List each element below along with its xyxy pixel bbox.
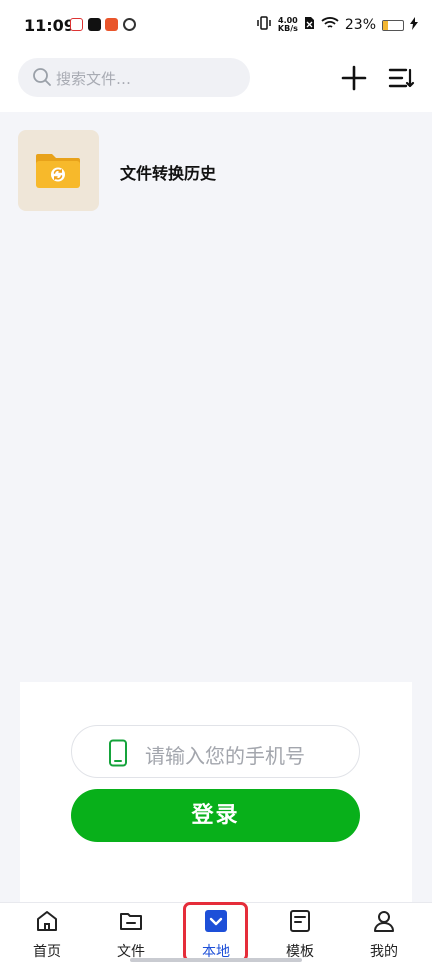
notification-app-icon-2	[105, 18, 118, 31]
home-indicator	[130, 958, 302, 962]
highlight-box	[183, 902, 248, 962]
no-sim-icon	[304, 16, 315, 34]
tab-files[interactable]: 文件	[89, 903, 173, 964]
battery-icon	[382, 19, 404, 31]
template-icon	[288, 909, 312, 933]
network-speed: 4.00 KB/s	[278, 17, 298, 33]
login-card: 请输入您的手机号 登录	[20, 682, 412, 902]
folder-label: 文件转换历史	[120, 164, 217, 183]
home-icon	[35, 909, 59, 933]
phone-placeholder: 请输入您的手机号	[145, 744, 305, 768]
folder-icon	[119, 909, 143, 933]
phone-input[interactable]: 请输入您的手机号	[71, 725, 360, 778]
notification-app-icon-3	[123, 18, 136, 31]
battery-fill	[383, 20, 388, 30]
list-item[interactable]: 文件转换历史	[18, 130, 414, 212]
local-file-list: 文件转换历史	[0, 112, 432, 682]
folder-thumbnail	[18, 130, 99, 211]
notification-app-icon-1	[70, 18, 83, 31]
charging-icon	[410, 16, 418, 34]
wifi-icon	[321, 16, 339, 34]
status-bar: 11:09 4.00 KB/s 23%	[0, 0, 432, 52]
conversion-folder-icon	[36, 154, 80, 188]
network-speed-unit: KB/s	[277, 24, 298, 33]
tab-profile[interactable]: 我的	[342, 903, 426, 964]
battery-percent: 23%	[344, 17, 376, 33]
tiktok-icon	[88, 18, 101, 31]
tab-home[interactable]: 首页	[5, 903, 89, 964]
tab-templates[interactable]: 模板	[258, 903, 342, 964]
tab-label: 我的	[370, 944, 398, 960]
user-icon	[372, 909, 396, 933]
sort-button[interactable]	[387, 64, 415, 92]
add-button[interactable]	[340, 64, 368, 92]
tab-label: 首页	[33, 944, 61, 960]
search-icon	[32, 67, 52, 91]
header: 搜索文件…	[0, 52, 432, 112]
status-time: 11:09	[24, 16, 75, 35]
search-placeholder: 搜索文件…	[56, 70, 132, 88]
status-right-group: 4.00 KB/s 23%	[256, 16, 418, 34]
search-input[interactable]: 搜索文件…	[18, 58, 250, 97]
phone-icon	[108, 739, 128, 771]
login-button[interactable]: 登录	[71, 789, 360, 842]
vibrate-icon	[256, 16, 272, 34]
